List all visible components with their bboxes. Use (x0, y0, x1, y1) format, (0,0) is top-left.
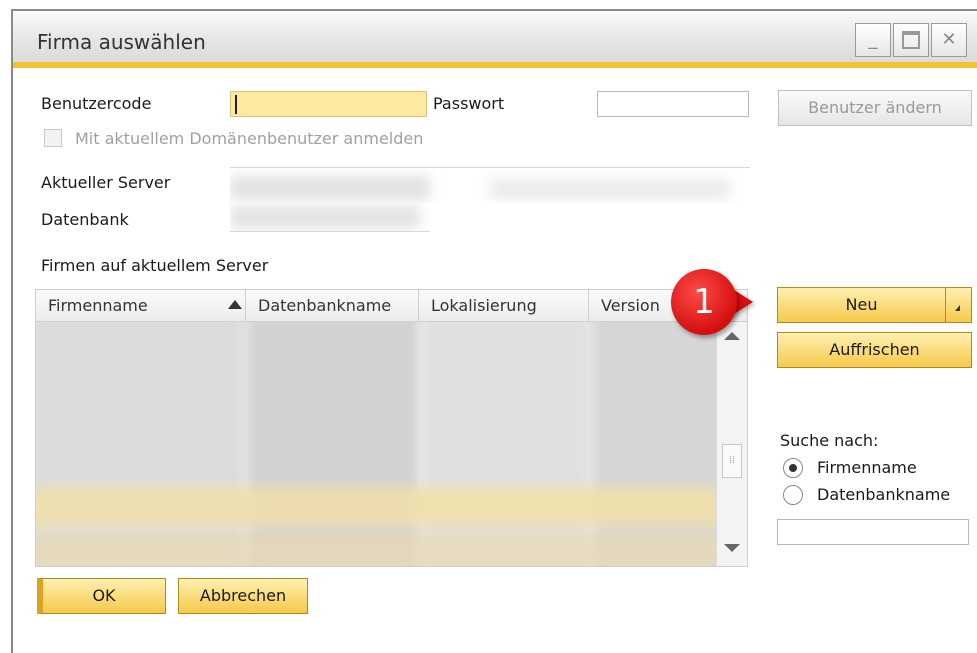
selected-row (36, 487, 718, 527)
divider (230, 231, 430, 232)
minimize-icon: _ (868, 29, 878, 50)
close-icon: ✕ (941, 29, 957, 50)
table-scrollbar[interactable]: ⁞⁞ (716, 322, 747, 566)
table-header: Firmenname Datenbankname Lokalisierung V… (36, 290, 747, 322)
cancel-button[interactable]: Abbrechen (178, 578, 308, 614)
new-button[interactable]: Neu (777, 287, 972, 323)
dropdown-arrow-icon[interactable] (945, 288, 971, 322)
scroll-down-icon[interactable] (724, 544, 740, 552)
search-by-company-label: Firmenname (817, 458, 917, 477)
table-body-redacted (36, 322, 718, 566)
search-input[interactable] (777, 519, 969, 545)
password-input[interactable] (597, 91, 749, 117)
window-title: Firma auswählen (37, 30, 206, 54)
ok-button[interactable]: OK (37, 578, 166, 614)
companies-section-label: Firmen auf aktuellem Server (41, 256, 269, 275)
badge-number: 1 (671, 269, 737, 335)
companies-table[interactable]: Firmenname Datenbankname Lokalisierung V… (35, 289, 748, 567)
close-button[interactable]: ✕ (931, 23, 967, 57)
minimize-button[interactable]: _ (855, 23, 891, 57)
search-by-company-radio[interactable] (783, 458, 803, 478)
column-header-database[interactable]: Datenbankname (246, 290, 419, 322)
maximize-icon (902, 31, 920, 49)
column-header-company[interactable]: Firmenname (36, 290, 246, 322)
user-code-input[interactable] (230, 91, 427, 117)
current-server-value (230, 167, 750, 203)
maximize-button[interactable] (893, 23, 929, 57)
domain-user-checkbox-label: Mit aktuellem Domänenbenutzer anmelden (75, 129, 424, 148)
search-by-database-label: Datenbankname (817, 485, 951, 504)
title-bar: Firma auswählen _ ✕ (13, 11, 977, 68)
password-label: Passwort (433, 94, 505, 113)
select-company-dialog: Firma auswählen _ ✕ Benutzercode Passwor… (11, 9, 977, 653)
column-header-localization[interactable]: Lokalisierung (419, 290, 589, 322)
current-server-label: Aktueller Server (41, 173, 171, 192)
sort-ascending-icon (228, 300, 242, 309)
domain-user-checkbox[interactable] (44, 129, 62, 147)
refresh-button[interactable]: Auffrischen (777, 332, 972, 368)
user-code-label: Benutzercode (41, 94, 152, 113)
scroll-thumb[interactable]: ⁞⁞ (722, 444, 742, 478)
change-user-button[interactable]: Benutzer ändern (778, 90, 972, 126)
database-value (230, 203, 430, 231)
database-label: Datenbank (41, 210, 129, 229)
text-caret (235, 95, 237, 114)
search-label: Suche nach: (780, 431, 879, 450)
search-by-database-radio[interactable] (783, 485, 803, 505)
annotation-badge: 1 (671, 269, 753, 339)
